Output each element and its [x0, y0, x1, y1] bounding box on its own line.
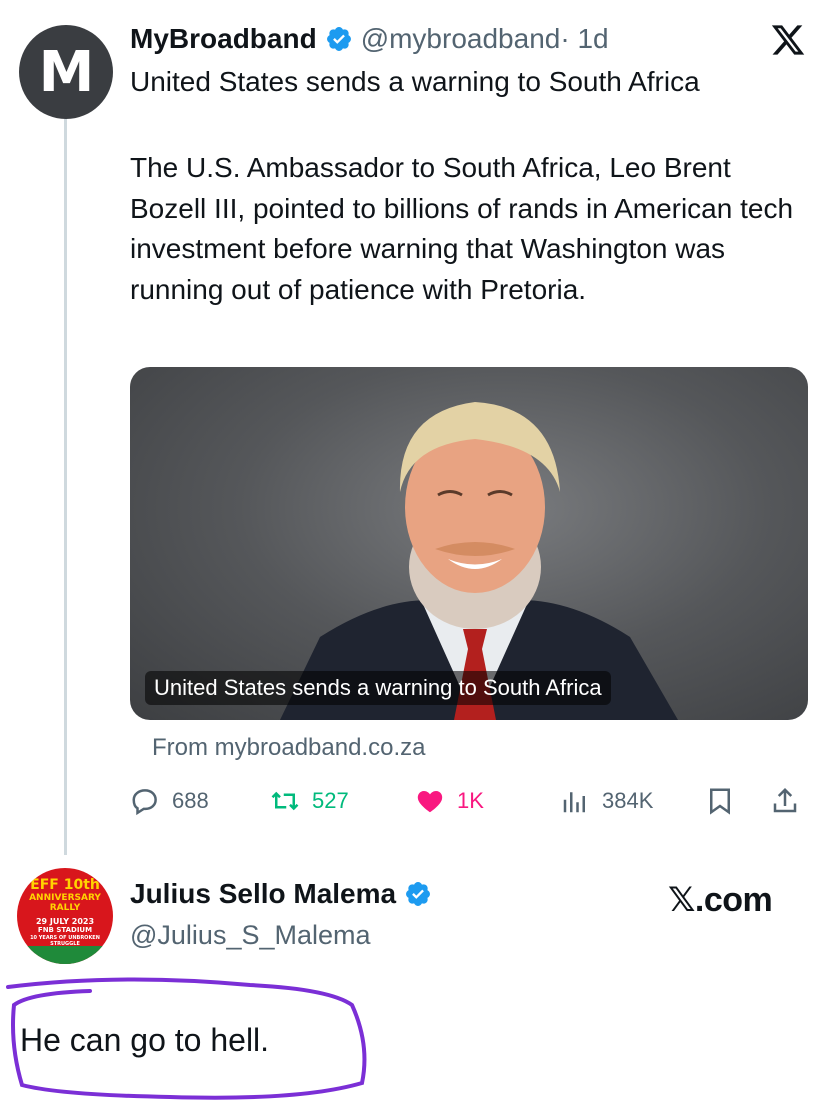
like-button[interactable]: 1K: [415, 784, 484, 818]
bookmark-button[interactable]: [705, 784, 735, 818]
avatar[interactable]: M: [19, 25, 113, 119]
reply-author-handle[interactable]: @Julius_S_Malema: [130, 920, 371, 951]
link-card-source[interactable]: From mybroadband.co.za: [152, 733, 425, 763]
tweet-header: MyBroadband @mybroadband · 1d: [130, 22, 609, 56]
x-logo-icon: [771, 25, 805, 55]
avatar-text-line: 29 JULY 2023: [35, 917, 95, 926]
share-button[interactable]: [770, 784, 800, 818]
hand-drawn-circle-annotation: [6, 977, 367, 1100]
views-icon: [563, 792, 585, 813]
avatar-text-line: RALLY: [49, 903, 81, 913]
avatar-text-line: ANNIVERSARY: [29, 893, 101, 903]
link-card-image[interactable]: [130, 367, 808, 720]
reply-author-name[interactable]: Julius Sello Malema: [130, 878, 396, 910]
tweet-timestamp[interactable]: · 1d: [560, 22, 608, 56]
author-name[interactable]: MyBroadband: [130, 22, 317, 56]
reply-avatar[interactable]: EFF 10th ANNIVERSARY RALLY 29 JULY 2023 …: [17, 868, 113, 964]
like-count: 1K: [457, 788, 484, 813]
avatar-text-line: EFF 10th: [30, 877, 100, 893]
views-button[interactable]: 384K: [560, 784, 653, 818]
share-icon: [773, 787, 797, 813]
tweet-title: United States sends a warning to South A…: [130, 66, 700, 97]
views-count: 384K: [602, 788, 654, 813]
verified-badge-icon: [406, 882, 431, 906]
thread-connector-line: [64, 118, 67, 855]
tweet-body: The U.S. Ambassador to South Africa, Leo…: [130, 152, 794, 305]
avatar-text-line: FNB STADIUM: [37, 926, 93, 934]
heart-icon: [417, 791, 443, 813]
avatar-stripe: [17, 946, 113, 964]
retweet-count: 527: [312, 788, 349, 813]
tweet-actions-bar: 688 527 1K 384K: [130, 784, 810, 818]
retweet-icon: [271, 791, 299, 811]
x-com-watermark: 𝕏.com: [668, 881, 773, 919]
reply-count: 688: [172, 788, 209, 813]
reply-author-row: Julius Sello Malema: [130, 878, 440, 910]
reply-icon: [132, 789, 157, 816]
avatar-letter: M: [38, 39, 95, 105]
bookmark-icon: [710, 788, 730, 815]
verified-badge-icon: [326, 27, 351, 51]
retweet-button[interactable]: 527: [270, 784, 349, 818]
author-handle[interactable]: @mybroadband: [361, 22, 561, 56]
reply-button[interactable]: 688: [130, 784, 209, 818]
link-card-caption: United States sends a warning to South A…: [145, 671, 611, 705]
portrait-photo: [280, 402, 678, 720]
